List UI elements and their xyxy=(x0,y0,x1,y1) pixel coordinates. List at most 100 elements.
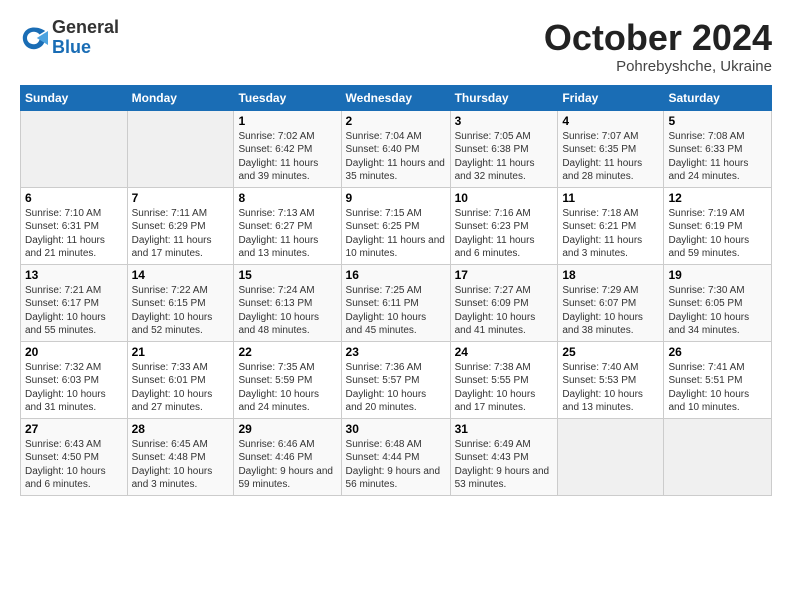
calendar-header-row: SundayMondayTuesdayWednesdayThursdayFrid… xyxy=(21,85,772,110)
logo: General Blue xyxy=(20,18,119,58)
day-details: Sunrise: 7:25 AM Sunset: 6:11 PM Dayligh… xyxy=(346,284,446,338)
day-details: Sunrise: 7:35 AM Sunset: 5:59 PM Dayligh… xyxy=(238,361,336,415)
day-number: 4 xyxy=(562,114,659,128)
day-details: Sunrise: 7:10 AM Sunset: 6:31 PM Dayligh… xyxy=(25,207,123,261)
day-number: 20 xyxy=(25,345,123,359)
day-number: 2 xyxy=(346,114,446,128)
day-details: Sunrise: 7:08 AM Sunset: 6:33 PM Dayligh… xyxy=(668,130,767,184)
calendar-cell: 18Sunrise: 7:29 AM Sunset: 6:07 PM Dayli… xyxy=(558,264,664,341)
day-details: Sunrise: 7:15 AM Sunset: 6:25 PM Dayligh… xyxy=(346,207,446,261)
calendar-cell xyxy=(127,110,234,187)
day-number: 14 xyxy=(132,268,230,282)
day-number: 31 xyxy=(455,422,554,436)
col-header-thursday: Thursday xyxy=(450,85,558,110)
location-subtitle: Pohrebyshche, Ukraine xyxy=(544,58,772,75)
calendar-cell: 25Sunrise: 7:40 AM Sunset: 5:53 PM Dayli… xyxy=(558,341,664,418)
day-details: Sunrise: 7:41 AM Sunset: 5:51 PM Dayligh… xyxy=(668,361,767,415)
day-details: Sunrise: 7:33 AM Sunset: 6:01 PM Dayligh… xyxy=(132,361,230,415)
day-number: 19 xyxy=(668,268,767,282)
calendar-cell: 4 Sunrise: 7:07 AM Sunset: 6:35 PM Daylig… xyxy=(558,110,664,187)
calendar-week-2: 6 Sunrise: 7:10 AM Sunset: 6:31 PM Daylig… xyxy=(21,187,772,264)
day-details: Sunrise: 6:46 AM Sunset: 4:46 PM Dayligh… xyxy=(238,438,336,492)
day-number: 28 xyxy=(132,422,230,436)
col-header-tuesday: Tuesday xyxy=(234,85,341,110)
calendar-cell: 23Sunrise: 7:36 AM Sunset: 5:57 PM Dayli… xyxy=(341,341,450,418)
day-details: Sunrise: 7:36 AM Sunset: 5:57 PM Dayligh… xyxy=(346,361,446,415)
col-header-sunday: Sunday xyxy=(21,85,128,110)
day-number: 24 xyxy=(455,345,554,359)
day-details: Sunrise: 7:24 AM Sunset: 6:13 PM Dayligh… xyxy=(238,284,336,338)
day-number: 30 xyxy=(346,422,446,436)
calendar-cell: 14Sunrise: 7:22 AM Sunset: 6:15 PM Dayli… xyxy=(127,264,234,341)
calendar-cell: 22Sunrise: 7:35 AM Sunset: 5:59 PM Dayli… xyxy=(234,341,341,418)
calendar-cell: 27 Sunrise: 6:43 AM Sunset: 4:50 PM Dayli… xyxy=(21,418,128,495)
day-details: Sunrise: 7:07 AM Sunset: 6:35 PM Dayligh… xyxy=(562,130,659,184)
logo-line2: Blue xyxy=(52,38,119,58)
calendar-cell xyxy=(558,418,664,495)
day-number: 29 xyxy=(238,422,336,436)
day-number: 6 xyxy=(25,191,123,205)
day-number: 15 xyxy=(238,268,336,282)
page: General Blue October 2024 Pohrebyshche, … xyxy=(0,0,792,612)
day-details: Sunrise: 7:11 AM Sunset: 6:29 PM Dayligh… xyxy=(132,207,230,261)
col-header-friday: Friday xyxy=(558,85,664,110)
header: General Blue October 2024 Pohrebyshche, … xyxy=(20,18,772,75)
calendar-week-1: 1Sunrise: 7:02 AM Sunset: 6:42 PM Daylig… xyxy=(21,110,772,187)
day-details: Sunrise: 6:49 AM Sunset: 4:43 PM Dayligh… xyxy=(455,438,554,492)
day-number: 7 xyxy=(132,191,230,205)
calendar-cell: 9 Sunrise: 7:15 AM Sunset: 6:25 PM Daylig… xyxy=(341,187,450,264)
day-details: Sunrise: 7:30 AM Sunset: 6:05 PM Dayligh… xyxy=(668,284,767,338)
calendar-cell: 17 Sunrise: 7:27 AM Sunset: 6:09 PM Dayli… xyxy=(450,264,558,341)
day-details: Sunrise: 7:16 AM Sunset: 6:23 PM Dayligh… xyxy=(455,207,554,261)
day-details: Sunrise: 7:04 AM Sunset: 6:40 PM Dayligh… xyxy=(346,130,446,184)
day-number: 8 xyxy=(238,191,336,205)
calendar-cell: 20 Sunrise: 7:32 AM Sunset: 6:03 PM Dayli… xyxy=(21,341,128,418)
day-number: 9 xyxy=(346,191,446,205)
calendar-cell: 6 Sunrise: 7:10 AM Sunset: 6:31 PM Daylig… xyxy=(21,187,128,264)
calendar-cell: 30 Sunrise: 6:48 AM Sunset: 4:44 PM Dayli… xyxy=(341,418,450,495)
day-number: 5 xyxy=(668,114,767,128)
calendar-week-4: 20 Sunrise: 7:32 AM Sunset: 6:03 PM Dayli… xyxy=(21,341,772,418)
col-header-wednesday: Wednesday xyxy=(341,85,450,110)
calendar-week-5: 27 Sunrise: 6:43 AM Sunset: 4:50 PM Dayli… xyxy=(21,418,772,495)
calendar-cell xyxy=(664,418,772,495)
day-number: 13 xyxy=(25,268,123,282)
day-details: Sunrise: 7:32 AM Sunset: 6:03 PM Dayligh… xyxy=(25,361,123,415)
calendar-cell: 31 Sunrise: 6:49 AM Sunset: 4:43 PM Dayli… xyxy=(450,418,558,495)
day-number: 10 xyxy=(455,191,554,205)
calendar-cell: 10 Sunrise: 7:16 AM Sunset: 6:23 PM Dayli… xyxy=(450,187,558,264)
logo-icon xyxy=(20,24,48,52)
day-details: Sunrise: 6:43 AM Sunset: 4:50 PM Dayligh… xyxy=(25,438,123,492)
day-number: 12 xyxy=(668,191,767,205)
day-number: 26 xyxy=(668,345,767,359)
calendar-cell: 8 Sunrise: 7:13 AM Sunset: 6:27 PM Daylig… xyxy=(234,187,341,264)
calendar-cell: 5 Sunrise: 7:08 AM Sunset: 6:33 PM Daylig… xyxy=(664,110,772,187)
day-number: 21 xyxy=(132,345,230,359)
day-details: Sunrise: 7:40 AM Sunset: 5:53 PM Dayligh… xyxy=(562,361,659,415)
day-details: Sunrise: 6:45 AM Sunset: 4:48 PM Dayligh… xyxy=(132,438,230,492)
day-details: Sunrise: 7:21 AM Sunset: 6:17 PM Dayligh… xyxy=(25,284,123,338)
col-header-monday: Monday xyxy=(127,85,234,110)
day-details: Sunrise: 7:19 AM Sunset: 6:19 PM Dayligh… xyxy=(668,207,767,261)
calendar-week-3: 13 Sunrise: 7:21 AM Sunset: 6:17 PM Dayli… xyxy=(21,264,772,341)
day-details: Sunrise: 6:48 AM Sunset: 4:44 PM Dayligh… xyxy=(346,438,446,492)
day-number: 17 xyxy=(455,268,554,282)
calendar-cell: 16 Sunrise: 7:25 AM Sunset: 6:11 PM Dayli… xyxy=(341,264,450,341)
calendar-cell: 3Sunrise: 7:05 AM Sunset: 6:38 PM Daylig… xyxy=(450,110,558,187)
day-number: 27 xyxy=(25,422,123,436)
day-details: Sunrise: 7:18 AM Sunset: 6:21 PM Dayligh… xyxy=(562,207,659,261)
calendar-cell: 12 Sunrise: 7:19 AM Sunset: 6:19 PM Dayli… xyxy=(664,187,772,264)
calendar-cell: 26 Sunrise: 7:41 AM Sunset: 5:51 PM Dayli… xyxy=(664,341,772,418)
logo-text: General Blue xyxy=(52,18,119,58)
calendar-cell: 19 Sunrise: 7:30 AM Sunset: 6:05 PM Dayli… xyxy=(664,264,772,341)
day-details: Sunrise: 7:02 AM Sunset: 6:42 PM Dayligh… xyxy=(238,130,336,184)
calendar-cell: 7 Sunrise: 7:11 AM Sunset: 6:29 PM Daylig… xyxy=(127,187,234,264)
calendar-cell: 29 Sunrise: 6:46 AM Sunset: 4:46 PM Dayli… xyxy=(234,418,341,495)
calendar-cell: 15 Sunrise: 7:24 AM Sunset: 6:13 PM Dayli… xyxy=(234,264,341,341)
calendar-cell xyxy=(21,110,128,187)
day-details: Sunrise: 7:27 AM Sunset: 6:09 PM Dayligh… xyxy=(455,284,554,338)
day-number: 16 xyxy=(346,268,446,282)
day-number: 11 xyxy=(562,191,659,205)
day-details: Sunrise: 7:13 AM Sunset: 6:27 PM Dayligh… xyxy=(238,207,336,261)
calendar-cell: 2 Sunrise: 7:04 AM Sunset: 6:40 PM Daylig… xyxy=(341,110,450,187)
